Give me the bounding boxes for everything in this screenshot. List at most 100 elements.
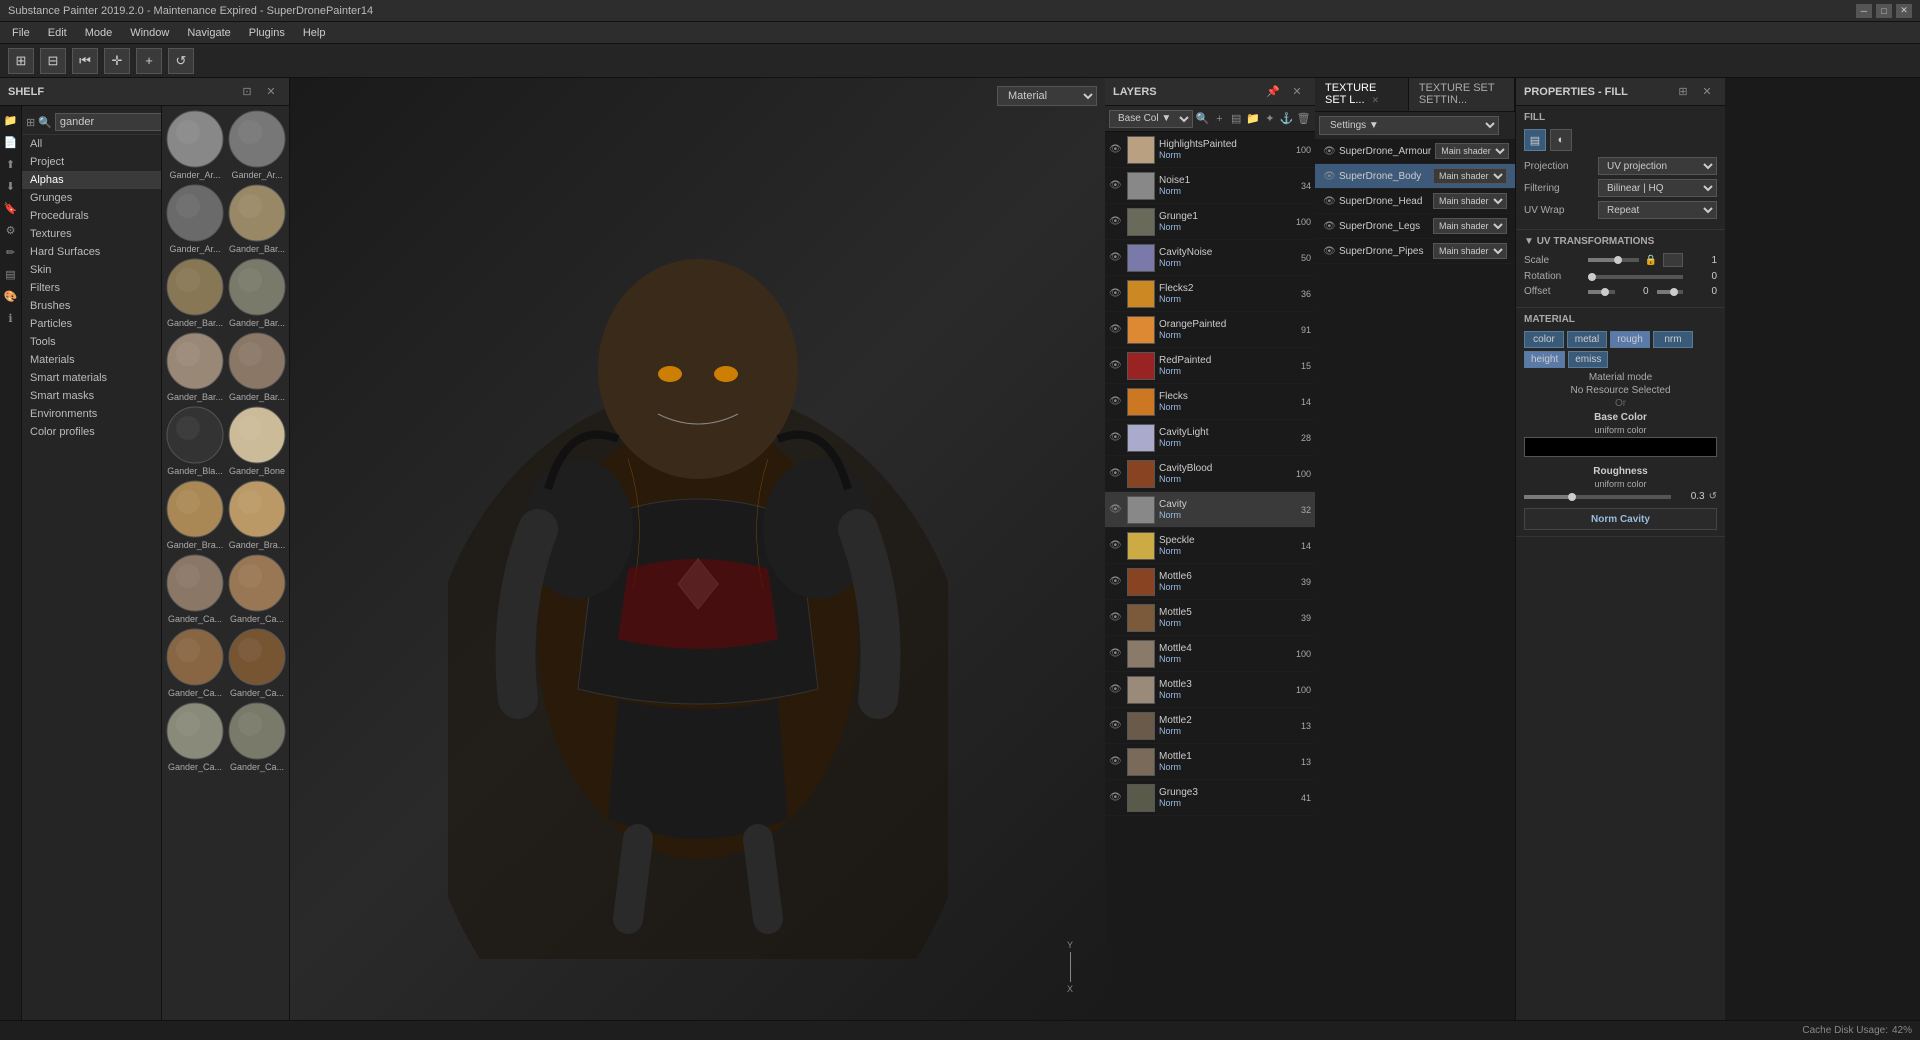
- blend-mode-dropdown[interactable]: Base Col ▼: [1109, 110, 1193, 128]
- toolbar-reset-btn[interactable]: ↺: [168, 48, 194, 74]
- layer-item-14[interactable]: 👁 Mottle4 Norm 100: [1105, 636, 1315, 672]
- shelf-item-15[interactable]: Gander_Ca...: [228, 628, 286, 698]
- texture-set-item-2[interactable]: 👁 SuperDrone_Head Main shader: [1315, 189, 1515, 214]
- layer-delete-icon[interactable]: 🗑: [1296, 109, 1311, 129]
- layer-paint-icon[interactable]: +: [1212, 109, 1227, 129]
- filtering-select[interactable]: Bilinear | HQ: [1598, 179, 1717, 197]
- texture-set-eye-4[interactable]: 👁: [1323, 246, 1335, 257]
- layer-eye-12[interactable]: 👁: [1109, 576, 1123, 587]
- layer-item-15[interactable]: 👁 Mottle3 Norm 100: [1105, 672, 1315, 708]
- layer-item-17[interactable]: 👁 Mottle1 Norm 13: [1105, 744, 1315, 780]
- category-project[interactable]: Project: [22, 153, 161, 171]
- minimize-button[interactable]: ─: [1856, 4, 1872, 18]
- category-skin[interactable]: Skin: [22, 261, 161, 279]
- layer-item-11[interactable]: 👁 Speckle Norm 14: [1105, 528, 1315, 564]
- scale-slider[interactable]: [1588, 258, 1639, 262]
- layer-eye-3[interactable]: 👁: [1109, 252, 1123, 263]
- layer-item-10[interactable]: 👁 Cavity Norm 32: [1105, 492, 1315, 528]
- texture-set-shader-3[interactable]: Main shader: [1433, 218, 1507, 234]
- viewport-material-dropdown[interactable]: Material: [997, 86, 1097, 106]
- base-color-swatch[interactable]: [1524, 437, 1717, 457]
- category-brushes[interactable]: Brushes: [22, 297, 161, 315]
- icon-brush-btn[interactable]: ✏: [1, 242, 21, 262]
- material-tab-metal[interactable]: metal: [1567, 331, 1607, 348]
- shelf-item-17[interactable]: Gander_Ca...: [228, 702, 286, 772]
- shelf-item-8[interactable]: Gander_Bla...: [166, 406, 224, 476]
- icon-layers-btn[interactable]: ▤: [1, 264, 21, 284]
- layer-eye-18[interactable]: 👁: [1109, 792, 1123, 803]
- layer-eye-11[interactable]: 👁: [1109, 540, 1123, 551]
- shelf-item-11[interactable]: Gander_Bra...: [228, 480, 286, 550]
- menu-mode[interactable]: Mode: [77, 25, 121, 41]
- settings-dropdown[interactable]: Settings ▼: [1319, 116, 1499, 135]
- icon-paint-btn[interactable]: 🎨: [1, 286, 21, 306]
- layer-eye-15[interactable]: 👁: [1109, 684, 1123, 695]
- toolbar-transform-btn[interactable]: ✛: [104, 48, 130, 74]
- layer-item-2[interactable]: 👁 Grunge1 Norm 100: [1105, 204, 1315, 240]
- layer-item-4[interactable]: 👁 Flecks2 Norm 36: [1105, 276, 1315, 312]
- layer-fx-icon[interactable]: ✦: [1262, 109, 1277, 129]
- layer-eye-5[interactable]: 👁: [1109, 324, 1123, 335]
- category-hard-surfaces[interactable]: Hard Surfaces: [22, 243, 161, 261]
- menu-edit[interactable]: Edit: [40, 25, 75, 41]
- layer-eye-16[interactable]: 👁: [1109, 720, 1123, 731]
- category-smart-masks[interactable]: Smart masks: [22, 387, 161, 405]
- toolbar-add-btn[interactable]: +: [136, 48, 162, 74]
- layer-eye-7[interactable]: 👁: [1109, 396, 1123, 407]
- category-grunges[interactable]: Grunges: [22, 189, 161, 207]
- layer-item-8[interactable]: 👁 CavityLight Norm 28: [1105, 420, 1315, 456]
- layer-item-18[interactable]: 👁 Grunge3 Norm 41: [1105, 780, 1315, 816]
- category-procedurals[interactable]: Procedurals: [22, 207, 161, 225]
- scale-slider2[interactable]: [1663, 253, 1683, 267]
- search-input[interactable]: [55, 113, 162, 131]
- scale-lock-icon[interactable]: 🔒: [1643, 255, 1659, 266]
- layer-eye-6[interactable]: 👁: [1109, 360, 1123, 371]
- layer-anchor-icon[interactable]: ⚓: [1279, 109, 1294, 129]
- layer-item-6[interactable]: 👁 RedPainted Norm 15: [1105, 348, 1315, 384]
- layer-eye-14[interactable]: 👁: [1109, 648, 1123, 659]
- shelf-item-14[interactable]: Gander_Ca...: [166, 628, 224, 698]
- icon-settings-btn[interactable]: ⚙: [1, 220, 21, 240]
- layer-eye-13[interactable]: 👁: [1109, 612, 1123, 623]
- material-tab-nrm[interactable]: nrm: [1653, 331, 1693, 348]
- fill-tab-icon2[interactable]: ◐: [1550, 129, 1572, 151]
- fill-tab-icon1[interactable]: ▤: [1524, 129, 1546, 151]
- projection-select[interactable]: UV projection: [1598, 157, 1717, 175]
- layer-eye-0[interactable]: 👁: [1109, 144, 1123, 155]
- uvwrap-select[interactable]: Repeat: [1598, 201, 1717, 219]
- layer-item-3[interactable]: 👁 CavityNoise Norm 50: [1105, 240, 1315, 276]
- shelf-dock-btn[interactable]: ⊡: [237, 82, 257, 102]
- material-tab-height[interactable]: height: [1524, 351, 1565, 368]
- category-alphas[interactable]: Alphas: [22, 171, 161, 189]
- texture-set-shader-0[interactable]: Main shader: [1435, 143, 1509, 159]
- layer-eye-1[interactable]: 👁: [1109, 180, 1123, 191]
- offset-slider2[interactable]: [1657, 290, 1684, 294]
- layer-eye-4[interactable]: 👁: [1109, 288, 1123, 299]
- rotation-slider[interactable]: [1588, 275, 1683, 279]
- material-tab-color[interactable]: color: [1524, 331, 1564, 348]
- menu-window[interactable]: Window: [122, 25, 177, 41]
- layer-item-9[interactable]: 👁 CavityBlood Norm 100: [1105, 456, 1315, 492]
- menu-plugins[interactable]: Plugins: [241, 25, 293, 41]
- texture-set-item-1[interactable]: 👁 SuperDrone_Body Main shader: [1315, 164, 1515, 189]
- material-tab-emiss[interactable]: emiss: [1568, 351, 1608, 368]
- texture-set-eye-0[interactable]: 👁: [1323, 146, 1335, 157]
- layer-add-icon[interactable]: 🔍: [1195, 109, 1210, 129]
- material-tab-rough[interactable]: rough: [1610, 331, 1650, 348]
- layers-pin-btn[interactable]: 📌: [1263, 82, 1283, 102]
- layer-item-12[interactable]: 👁 Mottle6 Norm 39: [1105, 564, 1315, 600]
- properties-close-btn[interactable]: ✕: [1697, 82, 1717, 102]
- maximize-button[interactable]: □: [1876, 4, 1892, 18]
- menu-file[interactable]: File: [4, 25, 38, 41]
- icon-file-btn[interactable]: 📄: [1, 132, 21, 152]
- layer-fill-icon[interactable]: ▤: [1229, 109, 1244, 129]
- category-environments[interactable]: Environments: [22, 405, 161, 423]
- category-textures[interactable]: Textures: [22, 225, 161, 243]
- layer-item-1[interactable]: 👁 Noise1 Norm 34: [1105, 168, 1315, 204]
- layer-eye-17[interactable]: 👁: [1109, 756, 1123, 767]
- layer-item-13[interactable]: 👁 Mottle5 Norm 39: [1105, 600, 1315, 636]
- tab-texture-set-list[interactable]: TEXTURE SET L... ✕: [1315, 78, 1409, 111]
- shelf-item-0[interactable]: Gander_Ar...: [166, 110, 224, 180]
- shelf-item-6[interactable]: Gander_Bar...: [166, 332, 224, 402]
- shelf-item-13[interactable]: Gander_Ca...: [228, 554, 286, 624]
